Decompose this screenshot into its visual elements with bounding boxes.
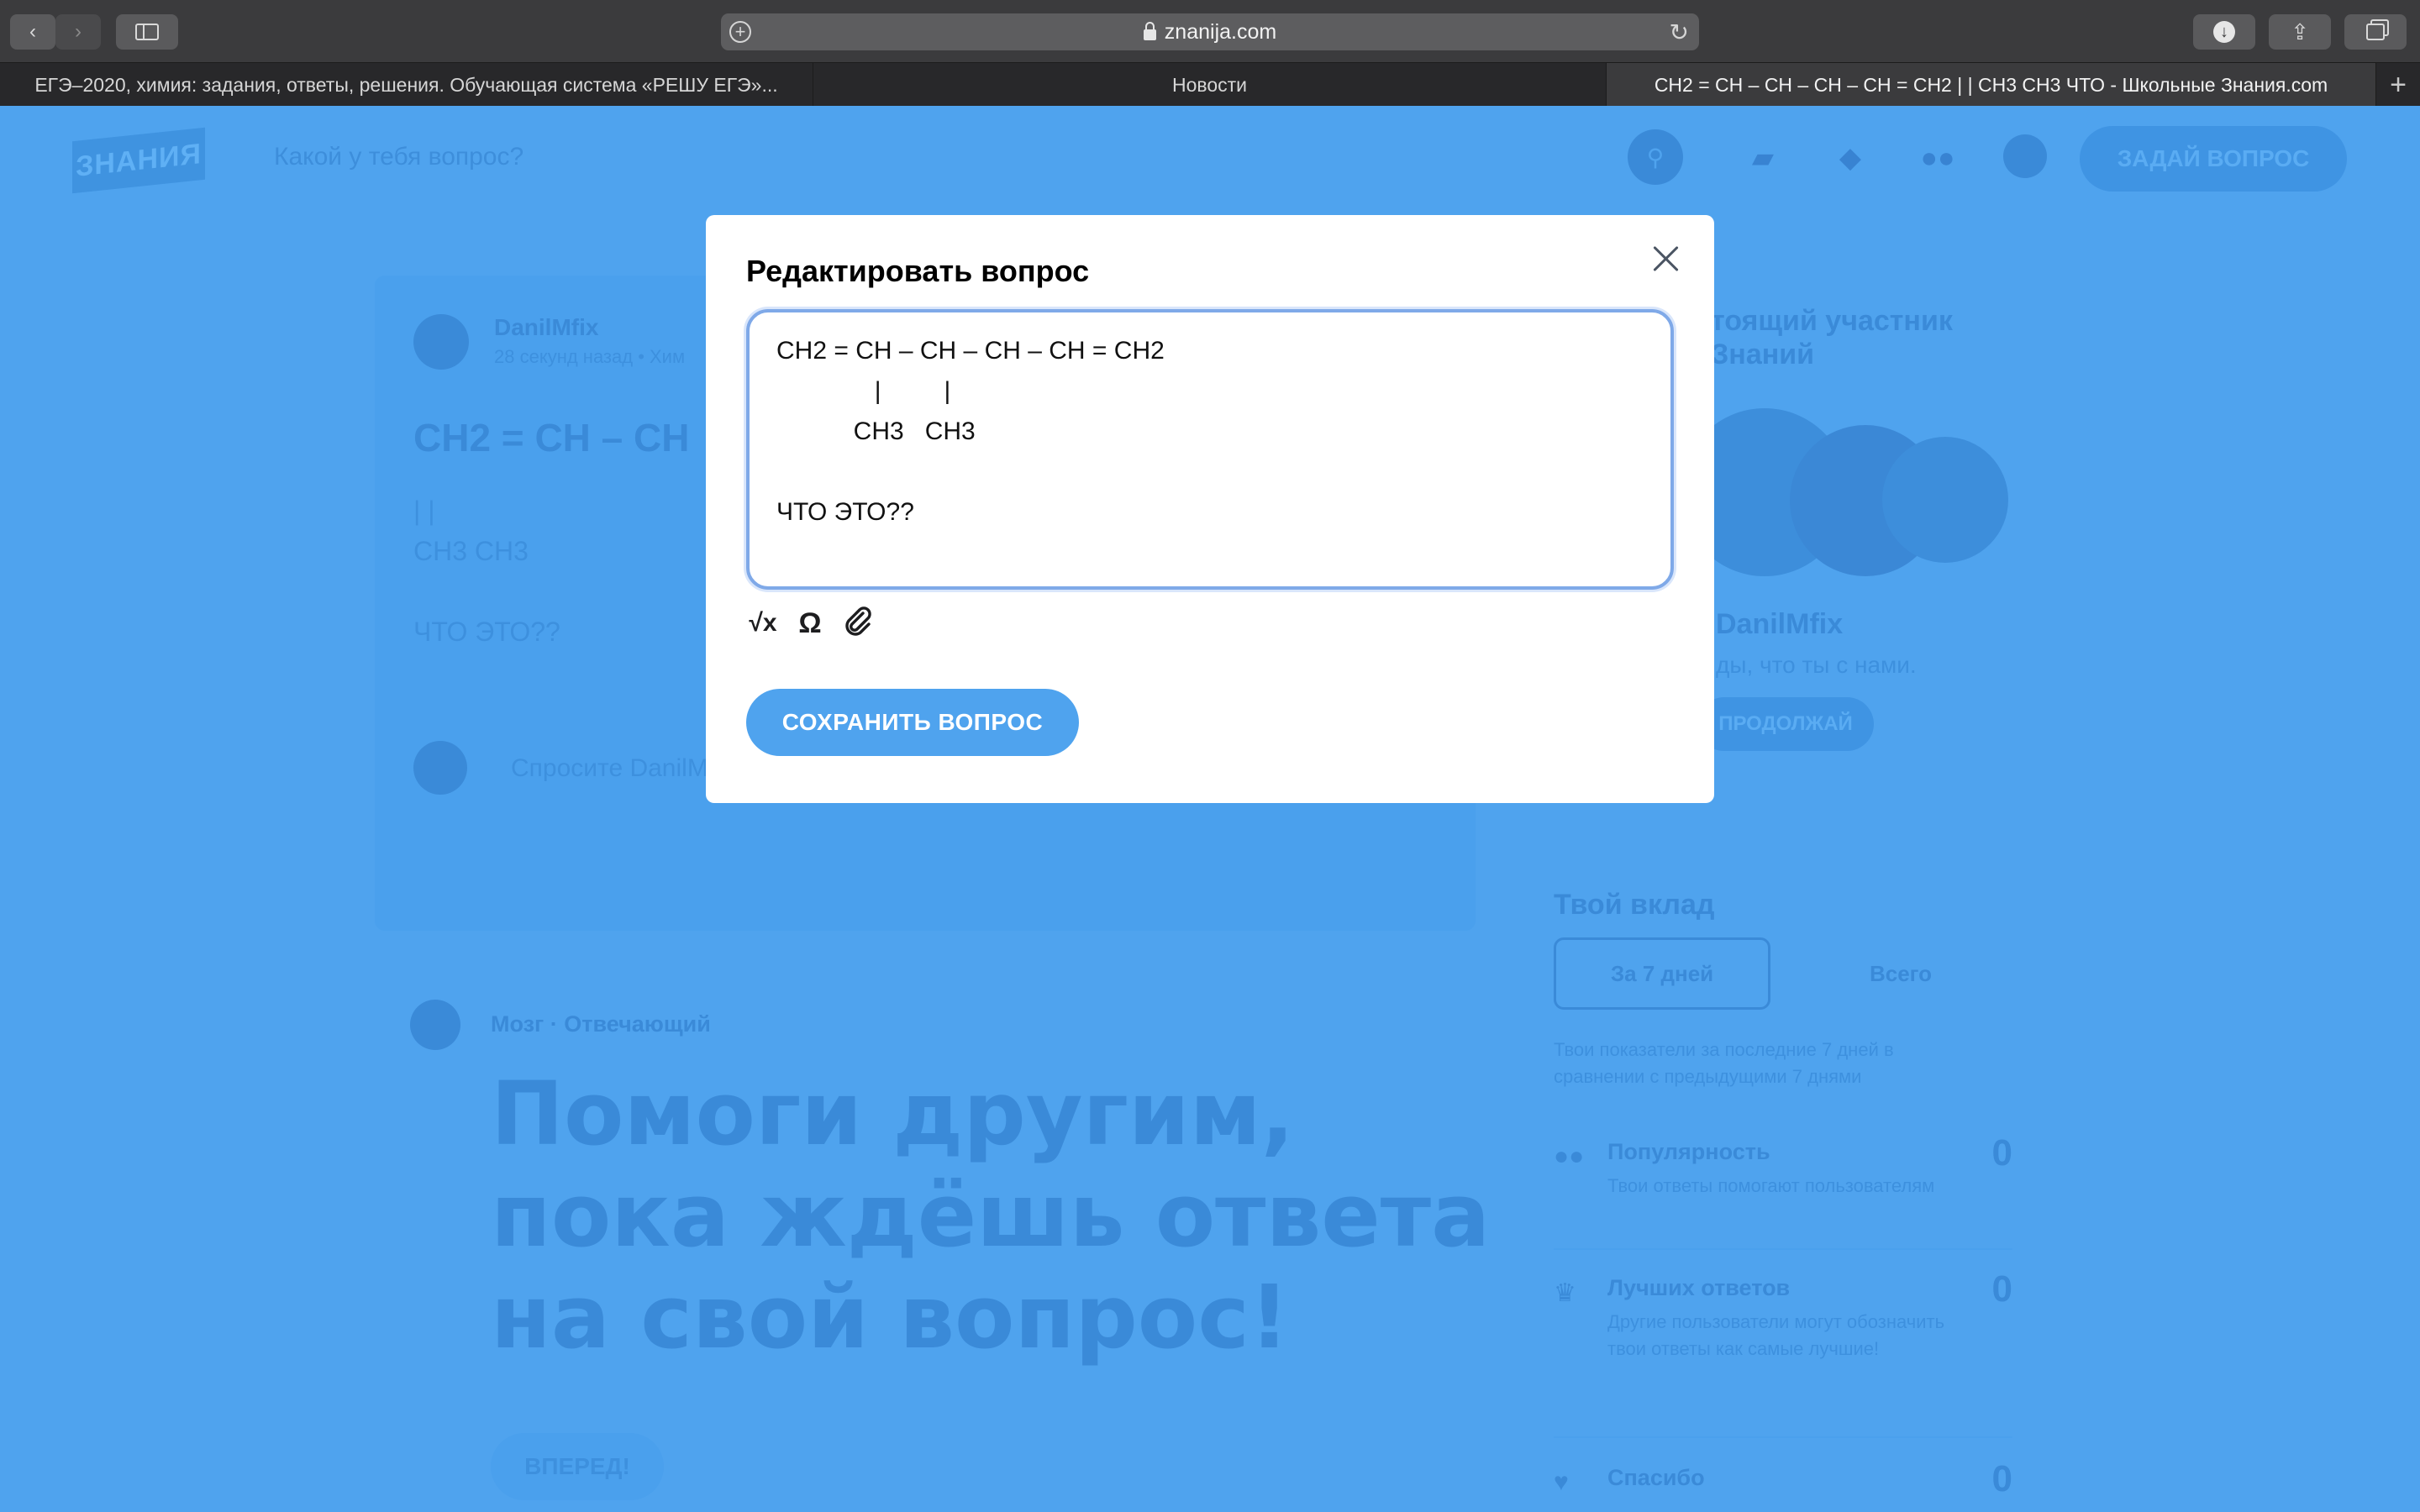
helper-title: Помоги другим, пока ждёшь ответа на свой… bbox=[491, 1063, 1491, 1368]
stat-thanks: ♥ Спасибо 0 bbox=[1554, 1458, 2012, 1512]
question-textarea[interactable]: CH2 = CH – CH – CH – CH = CH2 | | CH3 CH… bbox=[746, 309, 1674, 590]
stat-value: 0 bbox=[1991, 1458, 2012, 1499]
stat-popularity: ●● Популярность 0 Твои ответы помогают п… bbox=[1554, 1132, 2012, 1231]
sidebar-title: тоящий участник Знаний bbox=[1711, 304, 1953, 371]
bell-icon[interactable]: ◆ bbox=[1832, 139, 1869, 176]
messages-icon[interactable]: ▰ bbox=[1744, 139, 1781, 176]
back-button[interactable]: ‹ bbox=[10, 14, 55, 50]
tab-znanija[interactable]: CH2 = CH – CH – CH – CH = CH2 | | CH3 CH… bbox=[1607, 63, 2376, 107]
friends-icon[interactable]: ●● bbox=[1919, 139, 1956, 176]
tab-news[interactable]: Новости bbox=[813, 63, 1607, 107]
share-button[interactable]: ⇪ bbox=[2269, 14, 2331, 50]
stat-description: Твои ответы помогают пользователям bbox=[1607, 1175, 1935, 1196]
search-icon: ⚲ bbox=[1646, 144, 1665, 171]
tab-label: CH2 = CH – CH – CH – CH = CH2 | | CH3 CH… bbox=[1654, 73, 2328, 96]
chevron-right-icon: › bbox=[75, 20, 82, 43]
sidebar-title-line: тоящий участник bbox=[1711, 305, 1953, 337]
stat-value: 0 bbox=[1991, 1268, 2012, 1310]
omega-icon[interactable]: Ω bbox=[793, 607, 827, 640]
question-line: ЧТО ЭТО?? bbox=[413, 617, 560, 647]
editor-line: CH3 CH3 bbox=[776, 417, 976, 445]
lock-icon bbox=[1143, 21, 1156, 40]
paperclip-svg bbox=[845, 606, 871, 636]
go-button[interactable]: ВПЕРЕД! bbox=[491, 1433, 664, 1500]
question-title: CH2 = CH – CH bbox=[413, 416, 690, 459]
author-avatar[interactable] bbox=[413, 314, 469, 370]
stat-name: Спасибо bbox=[1607, 1465, 1705, 1490]
contribution-panel: Твой вклад За 7 дней Всего Твои показате… bbox=[1512, 845, 2050, 1512]
editor-line: ЧТО ЭТО?? bbox=[776, 498, 914, 526]
heart-icon: ♥ bbox=[1554, 1468, 1569, 1496]
tab-label: Новости bbox=[1171, 73, 1248, 96]
forward-button[interactable]: › bbox=[55, 14, 101, 50]
crown-icon: ♛ bbox=[1554, 1279, 1576, 1307]
site-logo[interactable]: ЗНАНИЯ bbox=[72, 127, 205, 194]
contribution-description: Твои показатели за последние 7 дней в ср… bbox=[1554, 1039, 1894, 1087]
stat-description: Другие пользователи могут обозначить тво… bbox=[1607, 1311, 1945, 1359]
stat-value: 0 bbox=[1991, 1132, 2012, 1173]
tabs-icon bbox=[2366, 24, 2385, 40]
divider bbox=[1554, 1436, 2012, 1438]
tab-all[interactable]: Всего bbox=[1792, 937, 2009, 1010]
divider bbox=[1554, 1248, 2012, 1250]
paperclip-icon[interactable] bbox=[840, 603, 874, 644]
question-line: | | bbox=[413, 496, 435, 526]
tab-label: ЕГЭ–2020, химия: задания, ответы, решени… bbox=[34, 73, 778, 96]
save-question-button[interactable]: СОХРАНИТЬ ВОПРОС bbox=[746, 689, 1079, 756]
stat-name: Популярность bbox=[1607, 1139, 1770, 1164]
modal-title: Редактировать вопрос bbox=[746, 254, 1090, 288]
logo-text: ЗНАНИЯ bbox=[76, 137, 202, 183]
sidebar-icon bbox=[135, 24, 159, 40]
author-name[interactable]: DanilMfix bbox=[494, 314, 598, 341]
edit-question-modal: Редактировать вопрос CH2 = CH – CH – CH … bbox=[706, 215, 1714, 803]
question-line: CH3 CH3 bbox=[413, 536, 529, 566]
search-button[interactable]: ⚲ bbox=[1628, 129, 1683, 185]
commenter-avatar bbox=[413, 741, 467, 795]
continue-button[interactable]: ПРОДОЛЖАЙ bbox=[1697, 697, 1874, 751]
member-avatar bbox=[1882, 437, 2008, 563]
editor-line: CH2 = CH – CH – CH – CH = CH2 bbox=[776, 337, 1165, 365]
ask-question-button[interactable]: ЗАДАЙ ВОПРОС bbox=[2080, 126, 2347, 192]
stat-name: Лучших ответов bbox=[1607, 1275, 1791, 1300]
formula-icon[interactable]: √x bbox=[746, 609, 780, 638]
plus-icon: + bbox=[2390, 68, 2407, 101]
question-meta: 28 секунд назад • Хим bbox=[494, 346, 686, 367]
tab-week[interactable]: За 7 дней bbox=[1554, 937, 1770, 1010]
helper-avatar bbox=[410, 1000, 460, 1050]
browser-toolbar: ‹ › + znanija.com ↻ ↓ ⇪ bbox=[0, 0, 2420, 62]
user-avatar[interactable] bbox=[2003, 134, 2047, 178]
reload-icon[interactable]: ↻ bbox=[1670, 18, 1689, 46]
tabs-overview-button[interactable] bbox=[2344, 14, 2407, 50]
sidebar-subtitle: ды, что ты с нами. bbox=[1716, 652, 1917, 678]
new-tab-button[interactable]: + bbox=[2376, 63, 2420, 107]
sidebar-username: DanilMfix bbox=[1716, 608, 1844, 640]
close-icon[interactable] bbox=[1644, 237, 1687, 281]
people-icon: ●● bbox=[1554, 1142, 1585, 1170]
search-input[interactable]: Какой у тебя вопрос? bbox=[274, 143, 523, 171]
download-icon: ↓ bbox=[2213, 21, 2235, 43]
address-bar[interactable]: + znanija.com ↻ bbox=[721, 13, 1699, 50]
chevron-left-icon: ‹ bbox=[29, 20, 36, 43]
sidebar-title-line: Знаний bbox=[1711, 339, 1815, 370]
stat-best-answers: ♛ Лучших ответов 0 Другие пользователи м… bbox=[1554, 1268, 2012, 1410]
editor-line: | | bbox=[776, 377, 951, 405]
editor-toolbar: √x Ω bbox=[746, 606, 874, 640]
downloads-button[interactable]: ↓ bbox=[2193, 14, 2255, 50]
helper-rank: Мозг · Отвечающий bbox=[491, 1011, 711, 1037]
tab-reshu-ege[interactable]: ЕГЭ–2020, химия: задания, ответы, решени… bbox=[0, 63, 813, 107]
contribution-title: Твой вклад bbox=[1554, 889, 1715, 921]
url-text: znanija.com bbox=[1164, 19, 1277, 44]
tab-bar: ЕГЭ–2020, химия: задания, ответы, решени… bbox=[0, 62, 2420, 107]
sidebar-toggle-button[interactable] bbox=[116, 14, 178, 50]
share-icon: ⇪ bbox=[2291, 18, 2309, 45]
